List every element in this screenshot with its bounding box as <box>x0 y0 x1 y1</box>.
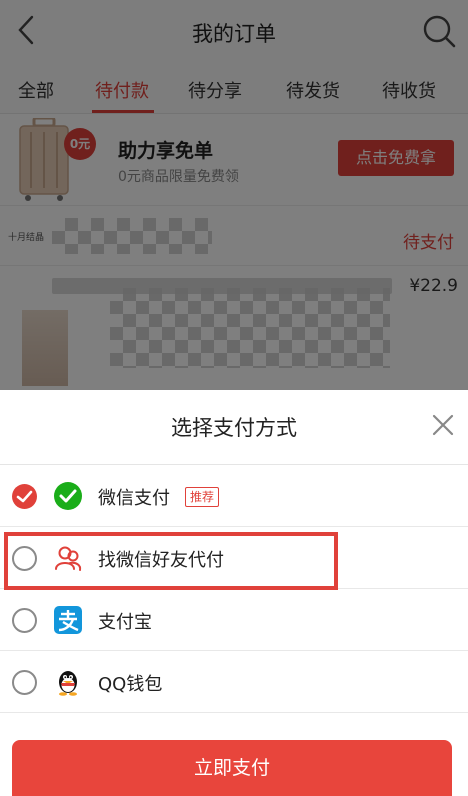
pay-now-button[interactable]: 立即支付 <box>12 740 452 796</box>
close-button[interactable] <box>430 412 456 438</box>
radio-unselected[interactable] <box>12 608 37 633</box>
alipay-icon <box>54 606 82 634</box>
close-icon <box>432 414 454 436</box>
payment-option-qq-wallet[interactable]: QQ钱包 <box>0 651 468 713</box>
recommended-badge: 推荐 <box>185 487 220 507</box>
payment-option-label: 支付宝 <box>98 612 152 633</box>
radio-selected[interactable] <box>12 484 37 509</box>
payment-option-alipay[interactable]: 支付宝 <box>0 589 468 651</box>
payment-method-sheet: 选择支付方式 微信支付 推荐 找微信好友代付 支付宝 QQ钱包 立即支付 <box>0 390 468 796</box>
modal-backdrop[interactable] <box>0 0 468 390</box>
payment-option-wechat[interactable]: 微信支付 推荐 <box>0 465 468 527</box>
payment-option-label: QQ钱包 <box>98 674 163 695</box>
orders-page-background: 我的订单 全部 待付款 待分享 待发货 待收货 0元 助力享免单 0元商品限量免… <box>0 0 468 390</box>
payment-option-label: 微信支付 <box>98 488 170 509</box>
radio-unselected[interactable] <box>12 670 37 695</box>
sheet-title: 选择支付方式 <box>171 416 297 440</box>
wechat-pay-icon <box>54 482 82 510</box>
annotation-highlight-box <box>4 532 338 590</box>
check-icon <box>16 490 33 503</box>
qq-wallet-icon <box>59 671 77 696</box>
